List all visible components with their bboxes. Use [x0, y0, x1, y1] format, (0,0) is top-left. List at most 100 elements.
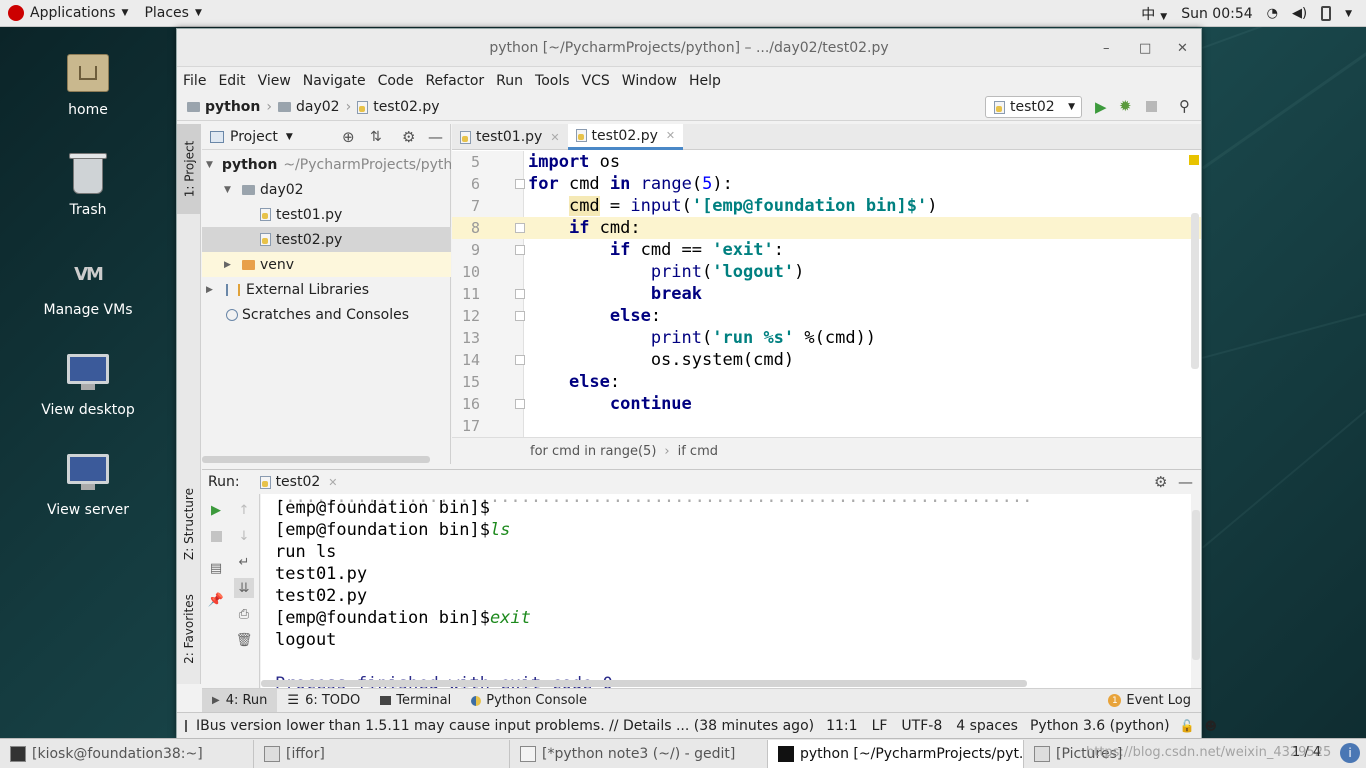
desktop-icon-manage-vms[interactable]: VM Manage VMs — [28, 250, 148, 318]
indent-setting[interactable]: 4 spaces — [956, 718, 1018, 734]
wifi-icon[interactable]: ◔ — [1267, 6, 1278, 21]
menu-code[interactable]: Code — [378, 73, 414, 89]
stop-icon[interactable] — [1146, 101, 1157, 112]
input-method-indicator[interactable]: 中 ▼ — [1141, 4, 1167, 24]
run-configuration-select[interactable]: test02 ▼ — [985, 96, 1082, 118]
desktop-icon-trash[interactable]: Trash — [28, 150, 148, 218]
crumb-python[interactable]: python — [205, 99, 260, 115]
menu-window[interactable]: Window — [622, 73, 677, 89]
fold-marker-icon[interactable] — [515, 179, 525, 189]
trash-icon[interactable]: 🗑 — [236, 632, 253, 648]
fold-marker-icon[interactable] — [515, 245, 525, 255]
tree-item-venv[interactable]: ▶ venv — [202, 252, 451, 277]
code-area[interactable]: 5 import os 6 for cmd in range(5): 7 cmd… — [452, 151, 1201, 437]
editor-vertical-scrollbar[interactable] — [1191, 213, 1199, 369]
layout-icon[interactable]: ▤ — [208, 560, 224, 576]
locate-icon[interactable]: ⊕ — [342, 128, 355, 146]
caret-position[interactable]: 11:1 — [826, 718, 857, 734]
fold-marker-icon[interactable] — [515, 289, 525, 299]
menu-view[interactable]: View — [258, 73, 291, 89]
system-menu-chevron-icon[interactable]: ▼ — [1345, 9, 1352, 19]
tree-item-external-libraries[interactable]: ▶ External Libraries — [202, 277, 451, 302]
tab-event-log[interactable]: 1 Event Log — [1098, 689, 1201, 713]
tab-favorites[interactable]: 2: Favorites — [177, 584, 201, 674]
tab-test02[interactable]: test02.py ✕ — [567, 124, 684, 150]
tree-item-test02[interactable]: test02.py — [202, 227, 451, 252]
desktop-icon-view-server[interactable]: View server — [28, 450, 148, 518]
fold-marker-icon[interactable] — [515, 399, 525, 409]
task-gedit[interactable]: [*python note3 (~/) - gedit] — [510, 739, 768, 768]
window-titlebar[interactable]: python [~/PycharmProjects/python] – .../… — [177, 29, 1201, 67]
chevron-down-icon[interactable]: ▼ — [286, 132, 293, 142]
soft-wrap-icon[interactable]: ↵ — [236, 554, 252, 570]
toggle-tool-windows-icon[interactable] — [185, 719, 187, 732]
volume-icon[interactable]: ◀) — [1292, 6, 1307, 21]
tab-test01[interactable]: test01.py ✕ — [452, 124, 568, 150]
menu-run[interactable]: Run — [496, 73, 523, 89]
hide-panel-icon[interactable]: — — [1178, 473, 1193, 491]
pin-icon[interactable]: 📌 — [208, 592, 224, 608]
tab-run[interactable]: ▶ 4: Run — [202, 688, 278, 713]
close-tab-icon[interactable]: ✕ — [550, 131, 559, 144]
tab-project[interactable]: 1: Project — [177, 124, 201, 214]
close-tab-icon[interactable]: ✕ — [666, 129, 675, 142]
places-menu[interactable]: Places ▼ — [136, 0, 209, 27]
tree-item-test01[interactable]: test01.py — [202, 202, 451, 227]
status-message[interactable]: IBus version lower than 1.5.11 may cause… — [196, 718, 814, 734]
up-arrow-icon[interactable]: ↑ — [236, 502, 252, 518]
lock-icon[interactable]: 🔓 — [1180, 719, 1195, 733]
gear-icon[interactable]: ⚙ — [1154, 473, 1167, 491]
workspace-pager[interactable]: 1 / 4 — [1292, 745, 1321, 760]
menu-edit[interactable]: Edit — [218, 73, 245, 89]
editor-crumb-for[interactable]: for cmd in range(5) — [530, 444, 656, 459]
crumb-day02[interactable]: day02 — [296, 99, 340, 115]
tree-item-python[interactable]: ▼ python ~/PycharmProjects/pyth — [202, 152, 451, 177]
tree-item-scratches[interactable]: Scratches and Consoles — [202, 302, 451, 327]
editor-crumb-if[interactable]: if cmd — [678, 444, 718, 459]
scroll-to-end-icon[interactable]: ⇊ — [234, 578, 254, 598]
line-separator[interactable]: LF — [872, 718, 888, 734]
desktop-icon-home[interactable]: home — [28, 50, 148, 118]
menu-file[interactable]: File — [183, 73, 206, 89]
notification-icon[interactable]: i — [1340, 743, 1360, 763]
print-icon[interactable]: ⎙ — [236, 606, 252, 622]
down-arrow-icon[interactable]: ↓ — [236, 528, 252, 544]
gear-icon[interactable]: ⚙ — [402, 128, 415, 146]
close-tab-icon[interactable]: ✕ — [328, 476, 337, 489]
fold-marker-icon[interactable] — [515, 311, 525, 321]
console-vertical-scrollbar[interactable] — [1192, 510, 1200, 660]
run-tab-label[interactable]: test02 — [276, 474, 321, 490]
tab-todo[interactable]: ☰ 6: TODO — [277, 689, 370, 713]
inspector-icon[interactable]: ☻ — [1205, 719, 1218, 733]
tree-item-day02[interactable]: ▼ day02 — [202, 177, 451, 202]
tab-python-console[interactable]: Python Console — [461, 689, 597, 713]
menu-vcs[interactable]: VCS — [582, 73, 610, 89]
crumb-test02[interactable]: test02.py — [373, 99, 439, 115]
menu-refactor[interactable]: Refactor — [425, 73, 484, 89]
task-pycharm[interactable]: python [~/PycharmProjects/pyt... — [768, 739, 1024, 768]
rerun-icon[interactable]: ▶ — [208, 502, 224, 518]
fold-marker-icon[interactable] — [515, 223, 525, 233]
menu-help[interactable]: Help — [689, 73, 721, 89]
project-view-select[interactable]: Project — [230, 129, 278, 145]
run-console[interactable]: ........................................… — [261, 494, 1191, 688]
maximize-button[interactable]: □ — [1139, 29, 1151, 67]
hide-panel-icon[interactable]: — — [428, 128, 443, 146]
run-icon[interactable]: ▶ — [1095, 98, 1107, 116]
task-terminal[interactable]: [kiosk@foundation38:~] — [0, 739, 254, 768]
tab-structure[interactable]: Z: Structure — [177, 474, 201, 574]
fold-marker-icon[interactable] — [515, 355, 525, 365]
console-horizontal-scrollbar[interactable] — [261, 680, 1027, 687]
tab-terminal[interactable]: Terminal — [370, 689, 461, 713]
stop-icon[interactable] — [208, 528, 224, 544]
task-iffor[interactable]: [iffor] — [254, 739, 510, 768]
close-button[interactable]: ✕ — [1177, 29, 1188, 67]
file-encoding[interactable]: UTF-8 — [901, 718, 942, 734]
menu-tools[interactable]: Tools — [535, 73, 570, 89]
analysis-ok-marker[interactable] — [1189, 155, 1199, 165]
clock[interactable]: Sun 00:54 — [1181, 6, 1252, 22]
debug-icon[interactable]: ✹ — [1119, 97, 1132, 115]
battery-icon[interactable] — [1321, 6, 1332, 21]
desktop-icon-view-desktop[interactable]: View desktop — [28, 350, 148, 418]
collapse-icon[interactable]: ⇅ — [370, 129, 382, 145]
